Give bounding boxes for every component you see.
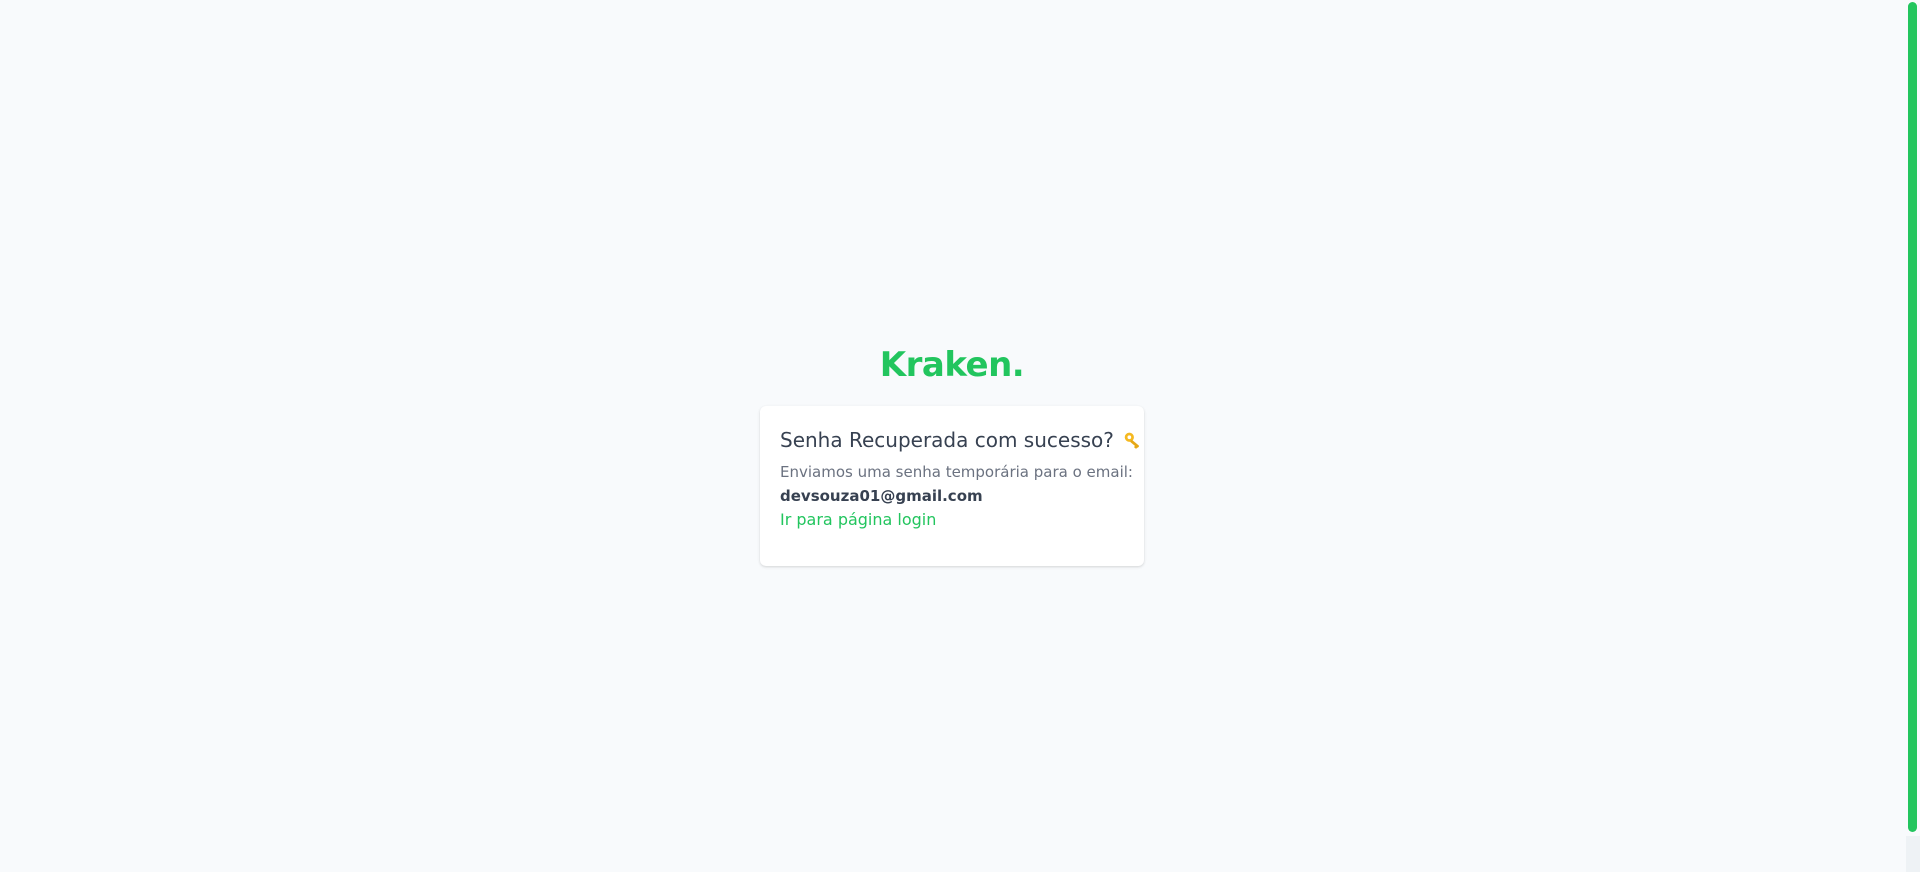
key-icon: [1122, 429, 1144, 451]
content-area: Kraken. Senha Recuperada com sucesso? En…: [0, 0, 1904, 872]
scrollbar-thumb[interactable]: [1908, 2, 1917, 832]
card-title: Senha Recuperada com sucesso?: [780, 426, 1139, 454]
card-title-text: Senha Recuperada com sucesso?: [780, 428, 1114, 452]
password-recovered-page: Kraken. Senha Recuperada com sucesso? En…: [0, 0, 1920, 872]
card-message: Enviamos uma senha temporária para o ema…: [780, 463, 1133, 481]
go-to-login-link[interactable]: Ir para página login: [780, 508, 936, 532]
success-card: Senha Recuperada com sucesso? Enviamos u…: [760, 406, 1144, 566]
brand-logo: Kraken.: [879, 345, 1025, 385]
recovery-email: devsouza01@gmail.com: [780, 487, 983, 505]
scrollbar-corner: [1906, 836, 1920, 872]
vertical-scrollbar[interactable]: [1904, 0, 1920, 872]
